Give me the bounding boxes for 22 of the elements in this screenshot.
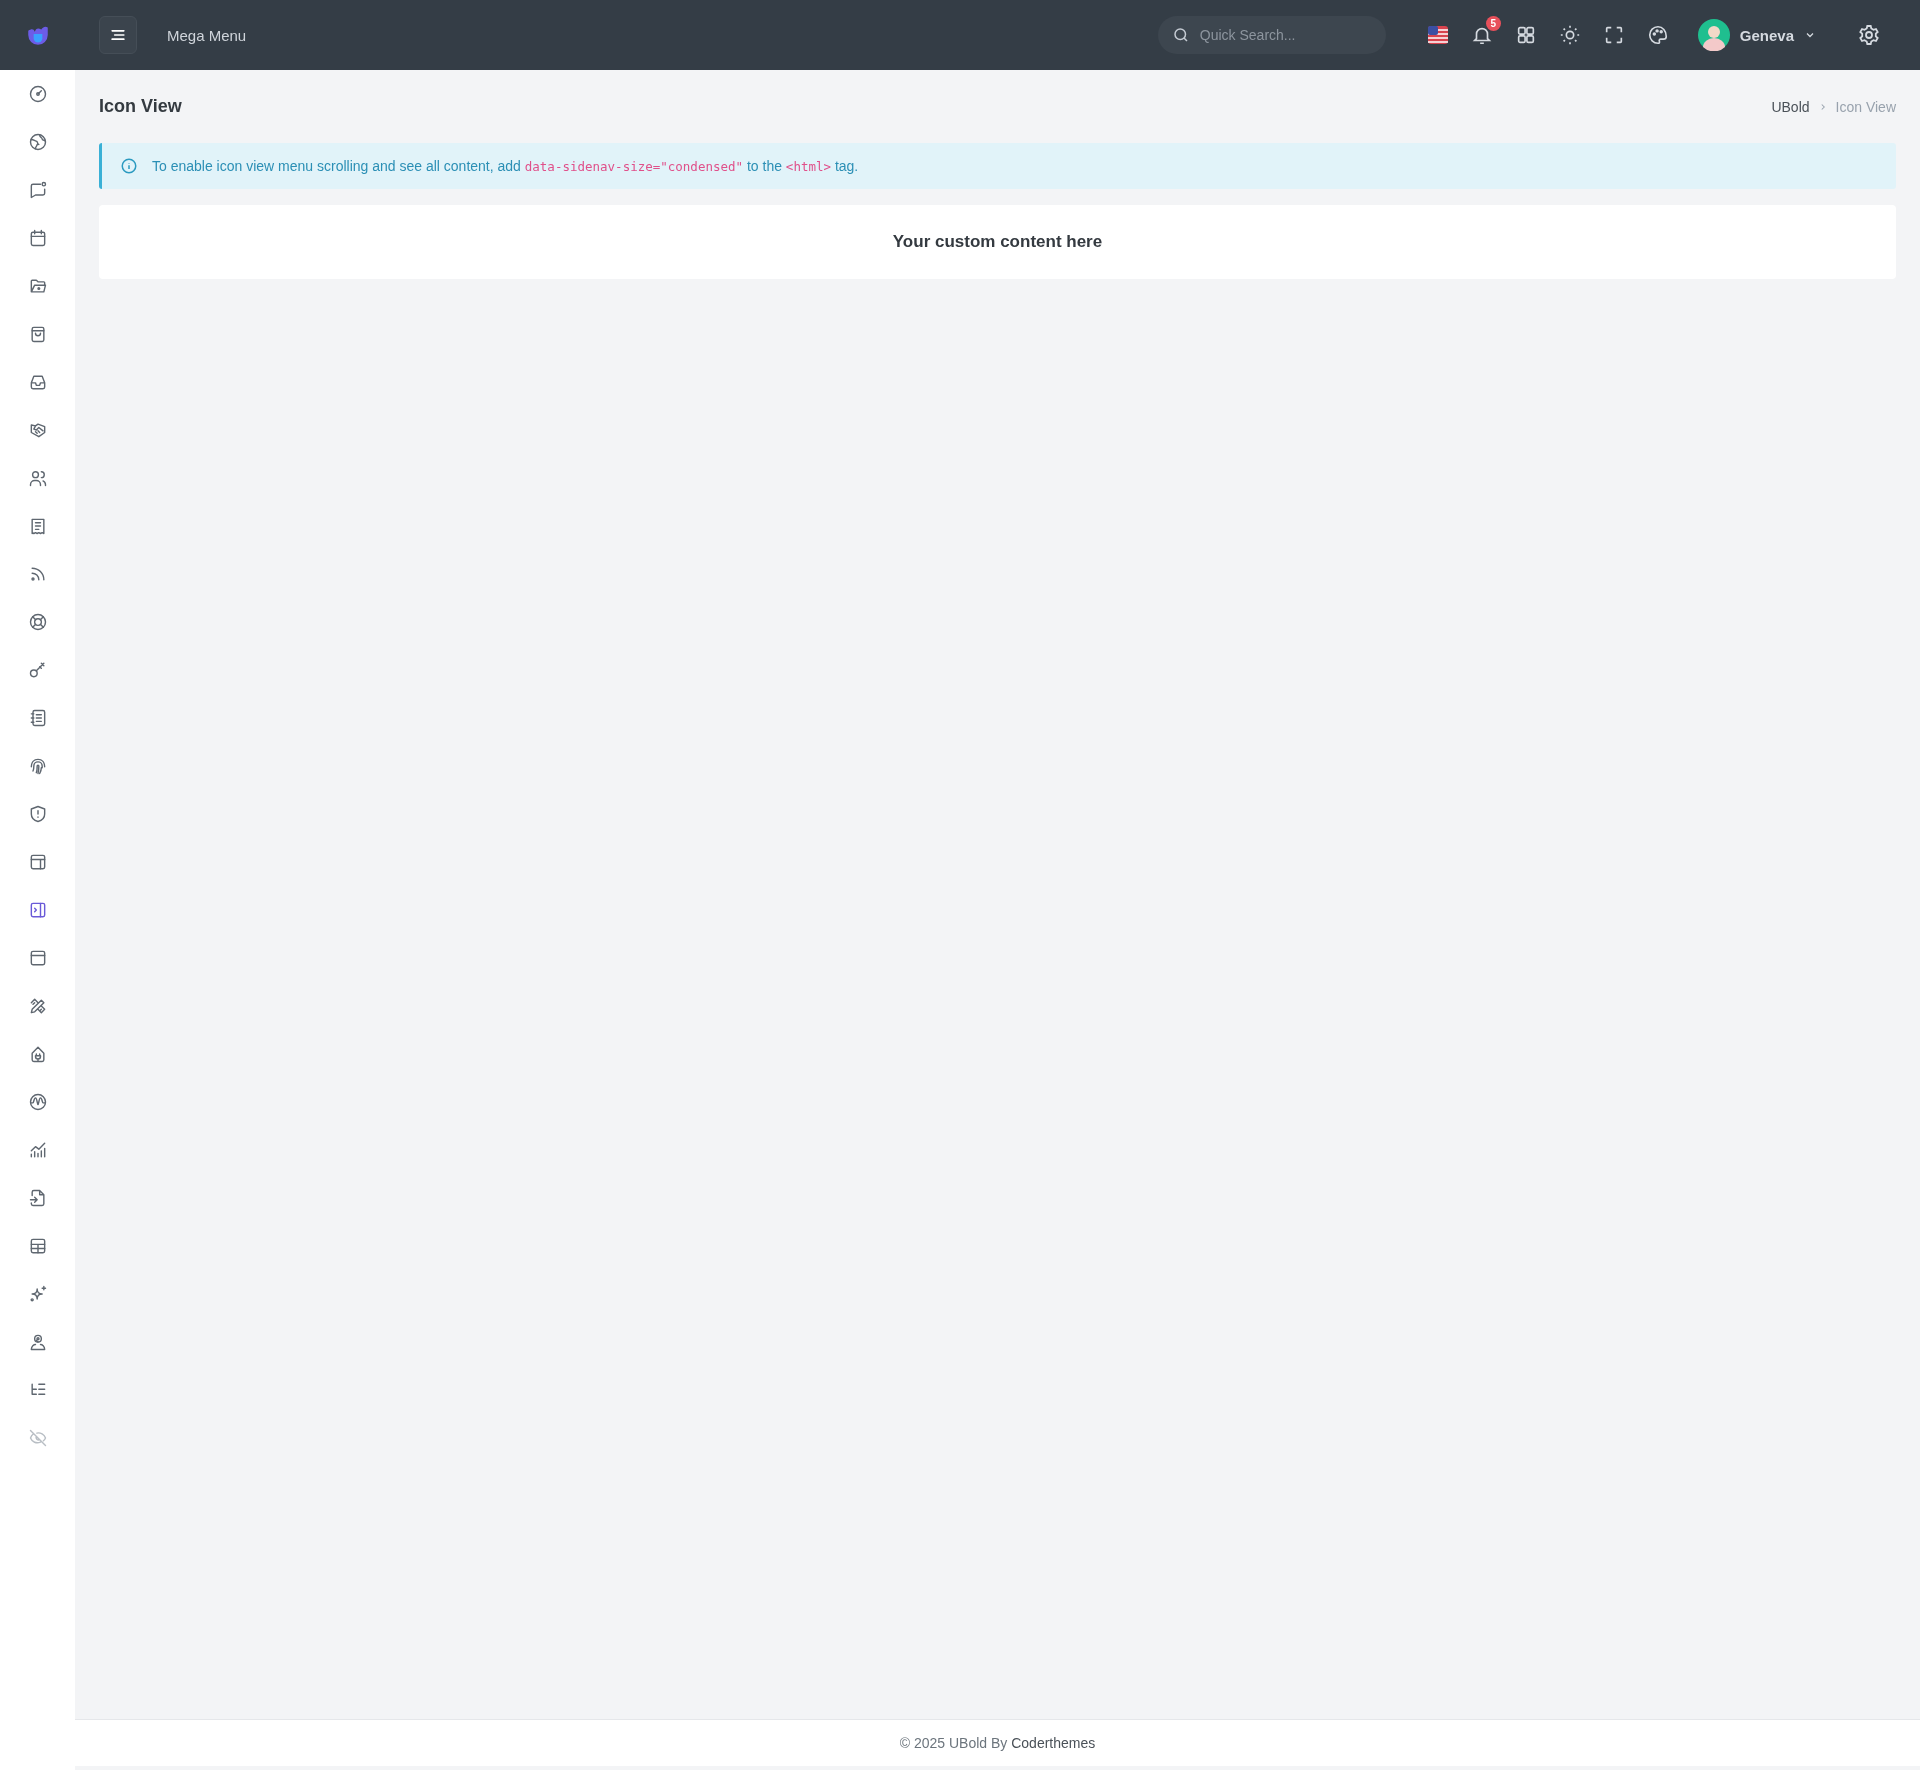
menu-button[interactable] (99, 16, 137, 54)
users-icon[interactable] (27, 468, 48, 488)
sun-icon[interactable] (1558, 24, 1581, 46)
palette-icon[interactable] (1646, 24, 1669, 46)
copyright-text: © 2025 UBold By Coderthemes (899, 1735, 1096, 1751)
settings-icon[interactable] (1857, 23, 1881, 47)
wave-circle-icon[interactable] (27, 1092, 48, 1112)
search-field[interactable]: Quick Search... (1157, 16, 1386, 54)
globe-icon[interactable] (27, 132, 48, 152)
avatar (1697, 19, 1730, 51)
lifebuoy-icon[interactable] (27, 612, 48, 632)
card-text: Your custom content here (892, 232, 1103, 252)
mega-menu-link[interactable]: Mega Menu (167, 26, 247, 44)
alert-text: To enable icon view menu scrolling and see all content, add data-sidenav-size="condensed" to the <html> tag. (152, 158, 859, 174)
file-import-icon[interactable] (27, 1188, 48, 1208)
info-icon (120, 157, 138, 175)
user-menu[interactable]: Geneva (1697, 19, 1816, 51)
notification-badge: 5 (1485, 16, 1501, 31)
breadcrumb-item[interactable]: UBold (1771, 98, 1810, 115)
gauge-icon[interactable] (27, 84, 48, 104)
flag-icon[interactable] (1426, 24, 1449, 46)
page-title: Icon View (99, 96, 182, 117)
